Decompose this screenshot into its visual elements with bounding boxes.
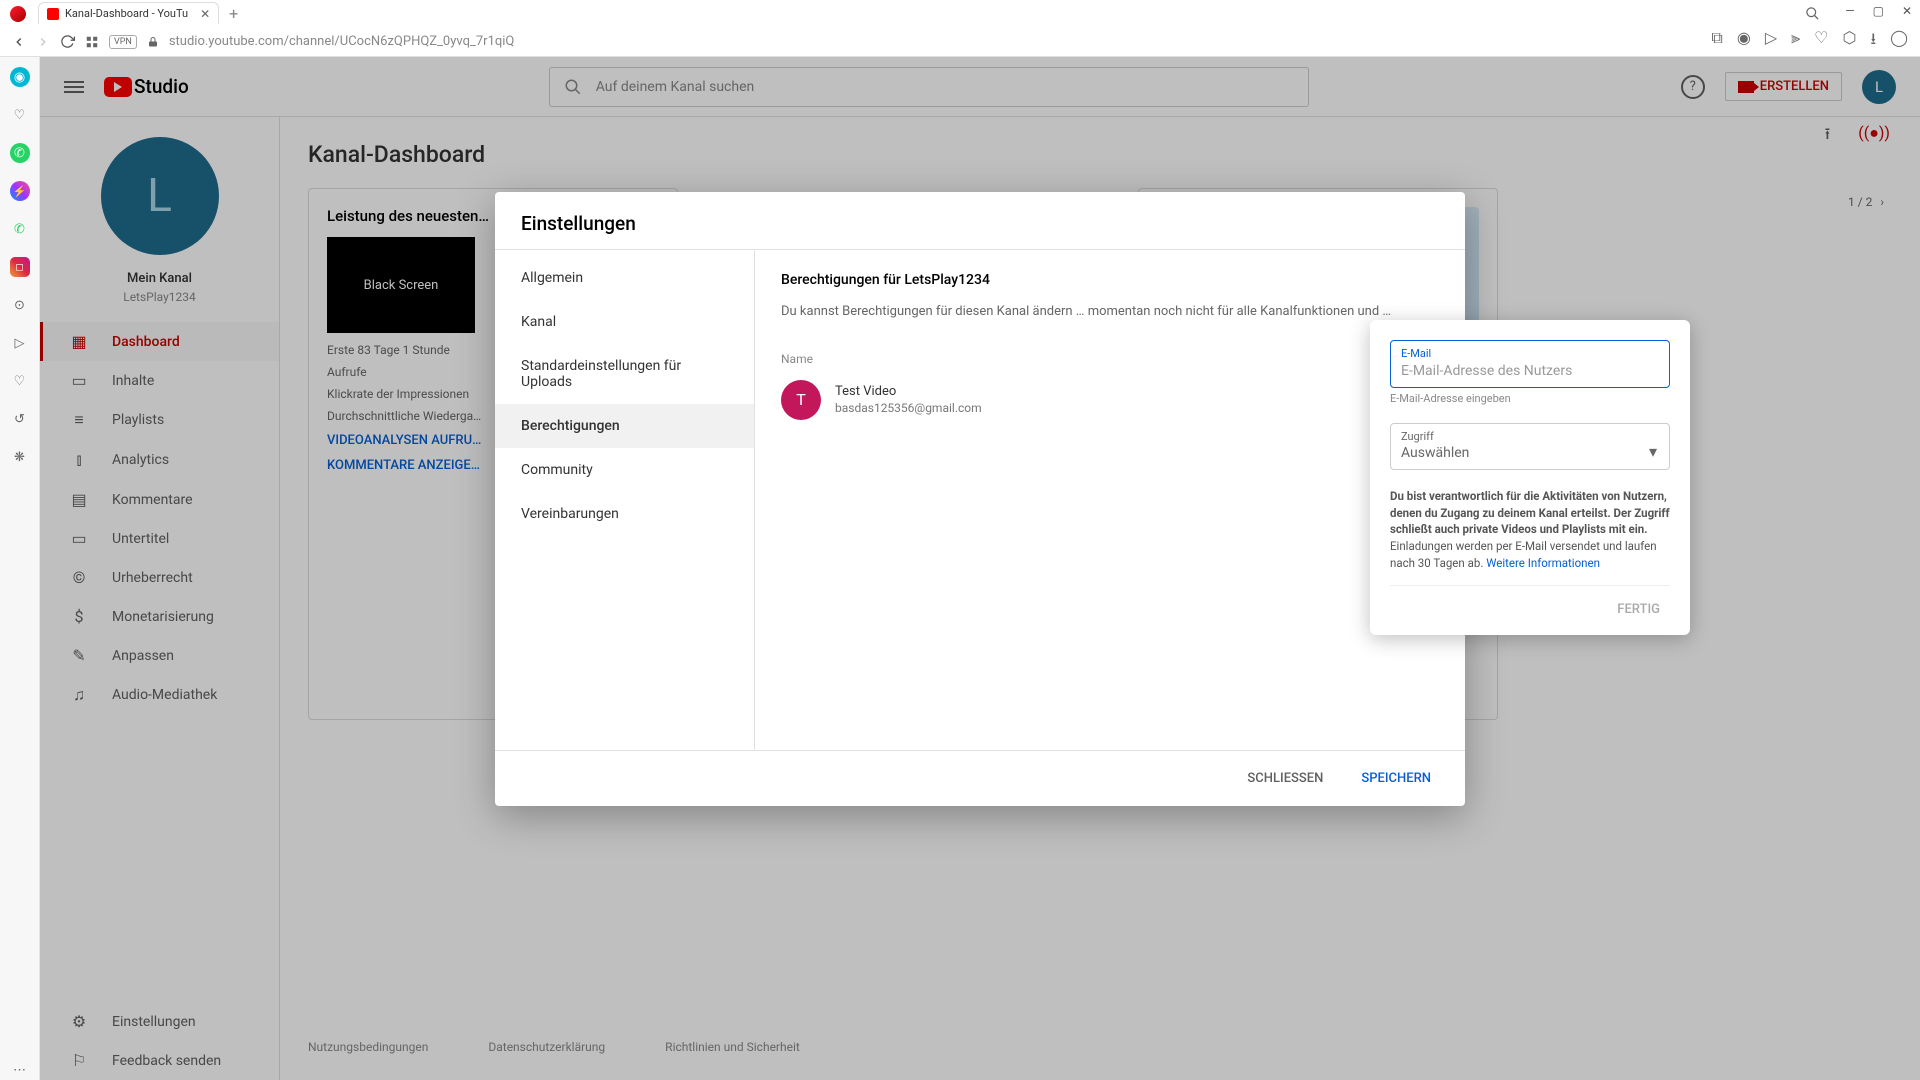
modal-footer: SCHLIESSEN SPEICHERN	[495, 750, 1465, 806]
user-email: basdas125356@gmail.com	[835, 401, 982, 415]
disclaimer-text: Du bist verantwortlich für die Aktivität…	[1390, 488, 1670, 571]
tab-strip: Kanal-Dashboard - YouTu ✕ +	[0, 0, 1920, 26]
cube-icon[interactable]: ⬡	[1843, 28, 1857, 55]
settings-modal: Einstellungen Allgemein Kanal Standardei…	[495, 192, 1465, 806]
tab-title: Kanal-Dashboard - YouTu	[65, 7, 188, 20]
address-bar: VPN studio.youtube.com/channel/UCocN6zQP…	[0, 26, 1920, 57]
heart-icon[interactable]: ♡	[1814, 28, 1828, 55]
more-info-link[interactable]: Weitere Informationen	[1486, 556, 1600, 570]
snapshot-icon[interactable]: ⧉	[1711, 28, 1722, 55]
pin-icon[interactable]: ⊙	[10, 295, 30, 315]
play-icon[interactable]: ▷	[10, 333, 30, 353]
close-button[interactable]: SCHLIESSEN	[1233, 763, 1337, 794]
user-avatar: T	[781, 380, 821, 420]
email-field-wrapper[interactable]: E-Mail	[1390, 340, 1670, 388]
whatsapp-icon[interactable]: ✆	[10, 143, 30, 163]
forward-button[interactable]	[36, 35, 50, 49]
heart-sidebar-icon[interactable]: ♡	[10, 371, 30, 391]
done-button[interactable]: FERTIG	[1607, 596, 1670, 623]
profile-icon[interactable]: ◯	[1890, 28, 1908, 55]
modal-nav-channel[interactable]: Kanal	[495, 300, 754, 344]
window-controls: — ▢ ✕	[1845, 4, 1912, 18]
permissions-description: Du kannst Berechtigungen für diesen Kana…	[781, 302, 1439, 322]
maximize-button[interactable]: ▢	[1873, 4, 1884, 18]
close-window-button[interactable]: ✕	[1902, 4, 1912, 18]
email-hint: E-Mail-Adresse eingeben	[1390, 392, 1670, 405]
light-icon[interactable]: ❋	[10, 447, 30, 467]
camera-icon[interactable]: ◉	[1737, 28, 1751, 55]
opera-logo-icon	[10, 6, 26, 22]
whatsapp2-icon[interactable]: ✆	[10, 219, 30, 239]
email-input[interactable]	[1401, 363, 1659, 379]
youtube-favicon-icon	[47, 8, 59, 20]
messenger-icon[interactable]: ⚡	[10, 181, 30, 201]
modal-nav-community[interactable]: Community	[495, 448, 754, 492]
modal-nav-upload-defaults[interactable]: Standardeinstellungen für Uploads	[495, 344, 754, 404]
column-name-header: Name	[781, 352, 1439, 366]
speed-dial-icon[interactable]	[85, 35, 99, 49]
download-icon[interactable]: ⭳	[1870, 28, 1876, 55]
save-button[interactable]: SPEICHERN	[1347, 763, 1445, 794]
browser-tab[interactable]: Kanal-Dashboard - YouTu ✕	[38, 2, 219, 24]
browser-search-icon[interactable]	[1805, 6, 1820, 21]
minimize-button[interactable]: —	[1845, 4, 1854, 18]
user-name: Test Video	[835, 384, 982, 399]
modal-nav: Allgemein Kanal Standardeinstellungen fü…	[495, 250, 755, 750]
opera-sidebar: ◉ ♡ ✆ ⚡ ✆ ◻ ⊙ ▷ ♡ ↺ ❋ ⋯	[0, 57, 40, 1080]
tab-close-icon[interactable]: ✕	[200, 7, 210, 21]
instagram-icon[interactable]: ◻	[10, 257, 30, 277]
bookmark-icon[interactable]: ▷	[1765, 28, 1777, 55]
chevron-down-icon: ▾	[1649, 442, 1657, 461]
more-icon[interactable]: ⋯	[10, 1060, 30, 1080]
reload-button[interactable]	[60, 34, 75, 49]
access-select[interactable]: Zugriff Auswählen ▾	[1390, 423, 1670, 470]
access-label: Zugriff	[1401, 430, 1659, 443]
invite-popover: E-Mail E-Mail-Adresse eingeben Zugriff A…	[1370, 320, 1690, 635]
vpn-badge[interactable]: VPN	[109, 35, 137, 49]
bookmark-heart-icon[interactable]: ♡	[10, 105, 30, 125]
history-icon[interactable]: ↺	[10, 409, 30, 429]
back-button[interactable]	[12, 35, 26, 49]
modal-content: Berechtigungen für LetsPlay1234 Du kanns…	[755, 250, 1465, 750]
app-viewport: Studio Auf deinem Kanal suchen ? ERSTELL…	[40, 57, 1920, 1080]
modal-nav-permissions[interactable]: Berechtigungen	[495, 404, 754, 448]
address-bar-actions: ⧉ ◉ ▷ ⫸ ♡ ⬡ ⭳ ◯	[1711, 28, 1908, 55]
modal-title: Einstellungen	[495, 192, 1465, 250]
email-label: E-Mail	[1401, 347, 1659, 360]
lock-icon[interactable]	[147, 35, 159, 49]
access-value: Auswählen	[1401, 445, 1659, 461]
url-text[interactable]: studio.youtube.com/channel/UCocN6zQPHQZ_…	[169, 34, 515, 49]
modal-nav-general[interactable]: Allgemein	[495, 256, 754, 300]
permissions-title: Berechtigungen für LetsPlay1234	[781, 272, 1439, 288]
feed-icon[interactable]: ◉	[10, 67, 30, 87]
modal-nav-agreements[interactable]: Vereinbarungen	[495, 492, 754, 536]
browser-chrome: Kanal-Dashboard - YouTu ✕ + — ▢ ✕ VPN st…	[0, 0, 1920, 57]
modal-overlay[interactable]: Einstellungen Allgemein Kanal Standardei…	[40, 57, 1920, 1080]
new-tab-button[interactable]: +	[229, 4, 238, 23]
send-icon[interactable]: ⫸	[1791, 28, 1800, 55]
user-row: T Test Video basdas125356@gmail.com	[781, 380, 1439, 420]
